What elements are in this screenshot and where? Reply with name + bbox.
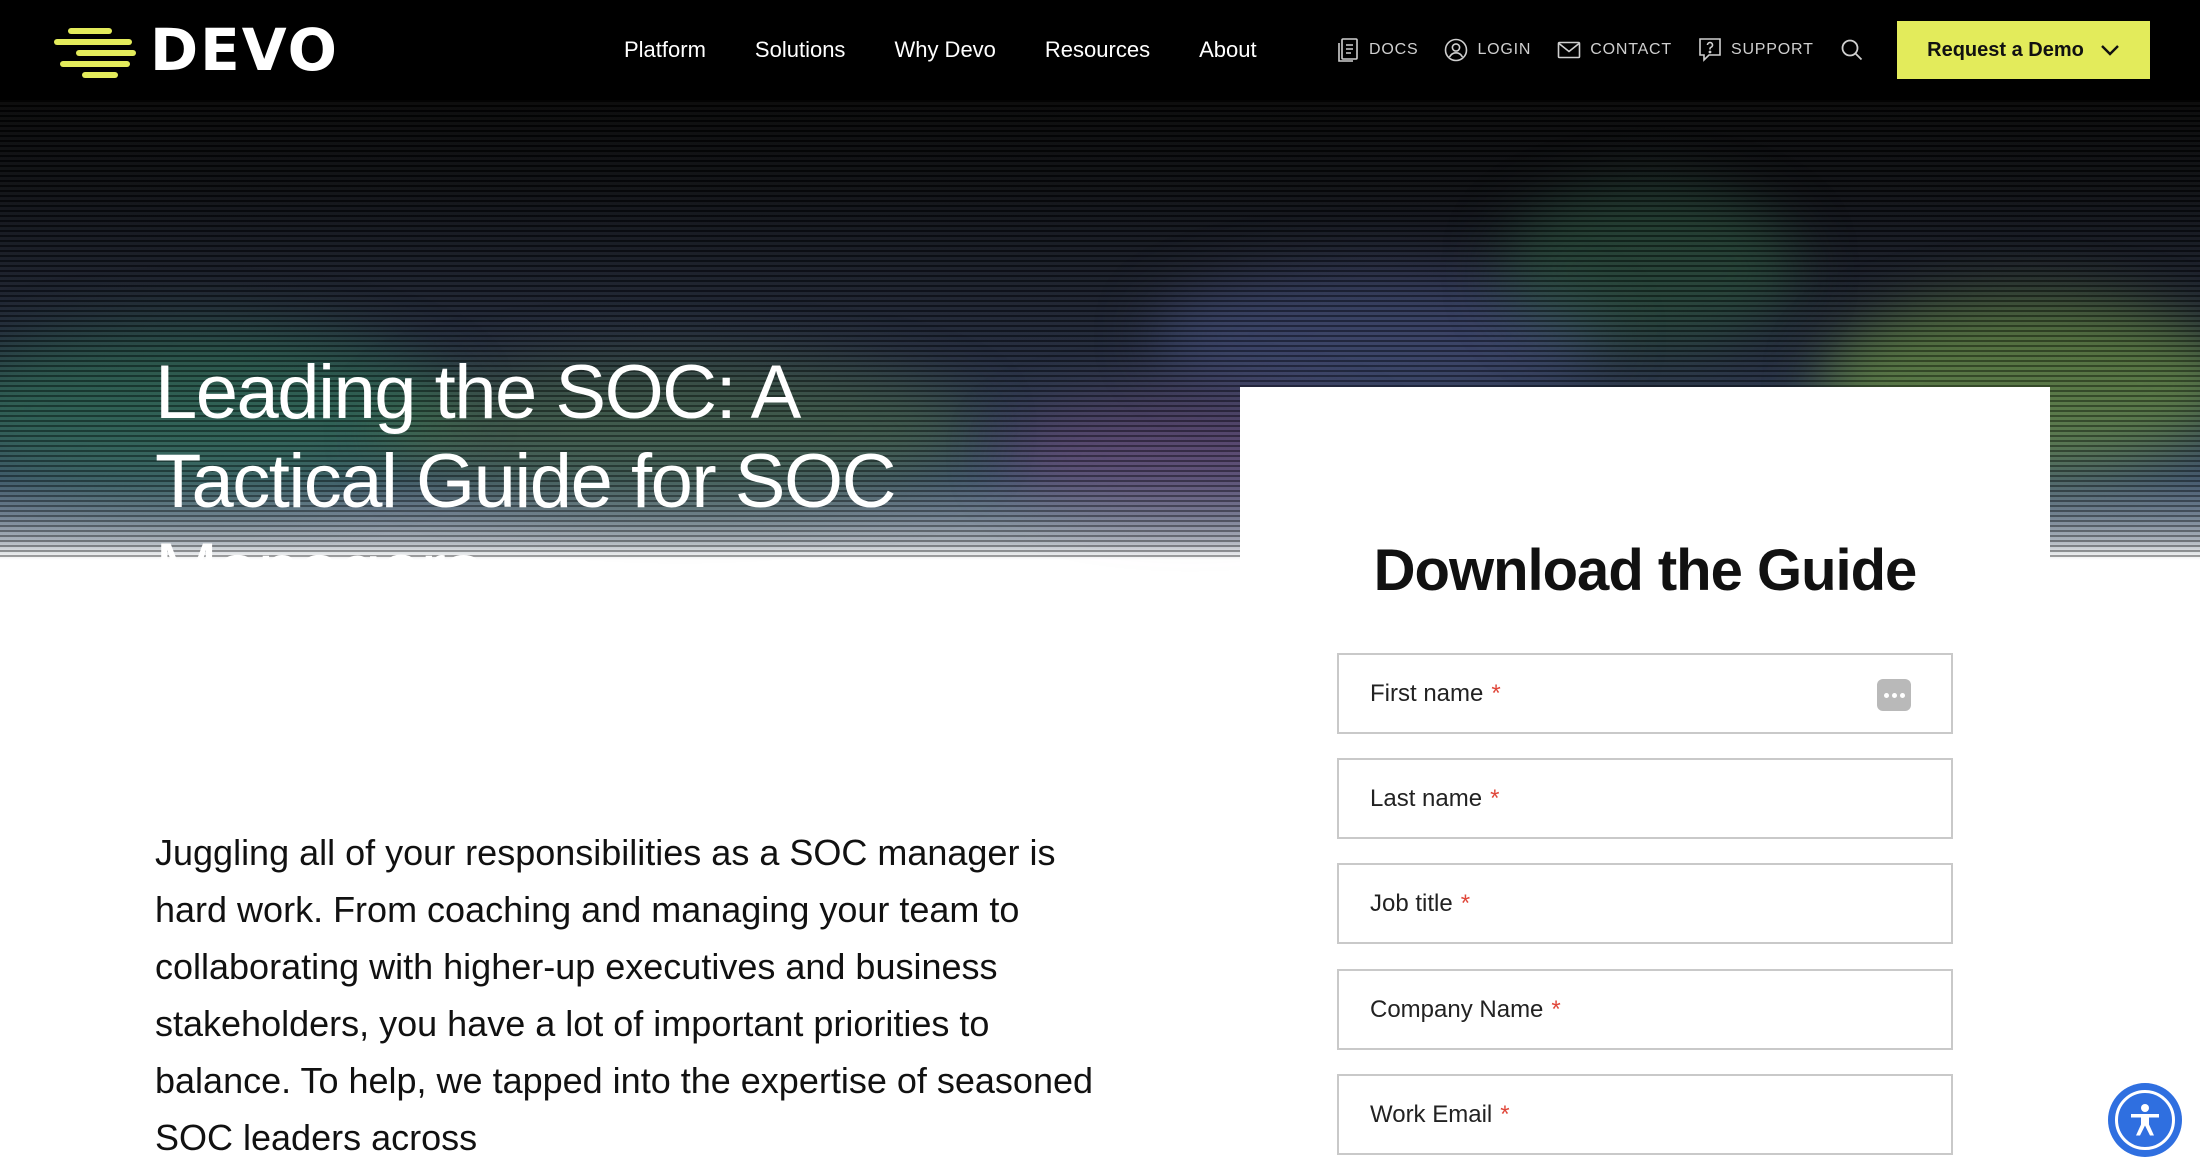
password-manager-icon[interactable] [1877,679,1911,711]
intro-paragraph: Juggling all of your responsibilities as… [155,832,1094,1158]
nav-item-why-devo[interactable]: Why Devo [894,37,995,63]
hero-glitch-pixel [520,628,640,642]
form-title: Download the Guide [1373,538,1918,603]
job-title-field[interactable]: Job title * [1337,863,1953,944]
request-demo-label: Request a Demo [1927,38,2084,61]
search-icon [1841,39,1862,61]
request-demo-button[interactable]: Request a Demo [1897,21,2150,79]
required-marker: * [1551,995,1561,1023]
nav-contact-label: CONTACT [1590,41,1672,58]
job-title-label: Job title [1370,889,1453,917]
page-title: Leading the SOC: A Tactical Guide for SO… [155,350,896,613]
devo-logo[interactable]: DEVO [54,16,339,84]
nav-login-label: LOGIN [1477,41,1532,58]
support-icon [1699,38,1721,62]
work-email-label: Work Email [1370,1100,1493,1128]
required-marker: * [1460,889,1471,917]
docs-icon [1338,38,1358,62]
last-name-label: Last name [1370,784,1483,812]
nav-support-link[interactable]: SUPPORT [1698,37,1814,63]
required-marker: * [1500,1100,1510,1128]
accessibility-button[interactable] [2108,1083,2182,1157]
nav-item-platform[interactable]: Platform [624,37,706,63]
search-button[interactable] [1840,38,1864,62]
company-name-field[interactable]: Company Name * [1337,969,1953,1050]
download-form-card: Download the Guide First name * Last nam… [1240,387,2050,1173]
hero-glitch-pixel [40,630,180,642]
first-name-label: First name [1370,679,1484,707]
top-nav: DEVO Platform Solutions Why Devo Resourc… [0,0,2200,100]
main-menu: Platform Solutions Why Devo Resources Ab… [624,0,1306,100]
logo-wordmark: DEVO [150,16,339,84]
required-marker: * [1491,679,1501,707]
user-icon [1445,38,1468,62]
nav-support-label: SUPPORT [1730,41,1814,58]
hero-glitch-pixel [220,640,430,650]
last-name-field[interactable]: Last name * [1337,758,1953,839]
nav-docs-link[interactable]: DOCS [1336,37,1418,63]
chevron-down-icon [2101,45,2119,56]
first-name-field[interactable]: First name * [1337,653,1953,734]
nav-contact-link[interactable]: CONTACT [1557,40,1672,60]
nav-item-solutions[interactable]: Solutions [755,37,846,63]
hero-glitch-pixel [2040,656,2160,664]
nav-login-link[interactable]: LOGIN [1444,38,1531,62]
required-marker: * [1490,784,1500,812]
utility-menu: DOCS LOGIN CONTACT SUPPORT [1336,0,1864,100]
work-email-field[interactable]: Work Email * [1337,1074,1953,1155]
hero-glitch-pixel [0,645,60,655]
hero-glitch-pixel [800,648,1060,658]
mail-icon [1557,41,1581,59]
nav-docs-label: DOCS [1369,41,1419,58]
logo-mark-icon [54,22,138,78]
company-name-label: Company Name [1370,995,1544,1023]
accessibility-icon [2131,1104,2159,1136]
nav-item-resources[interactable]: Resources [1045,37,1150,63]
nav-item-about[interactable]: About [1199,37,1257,63]
